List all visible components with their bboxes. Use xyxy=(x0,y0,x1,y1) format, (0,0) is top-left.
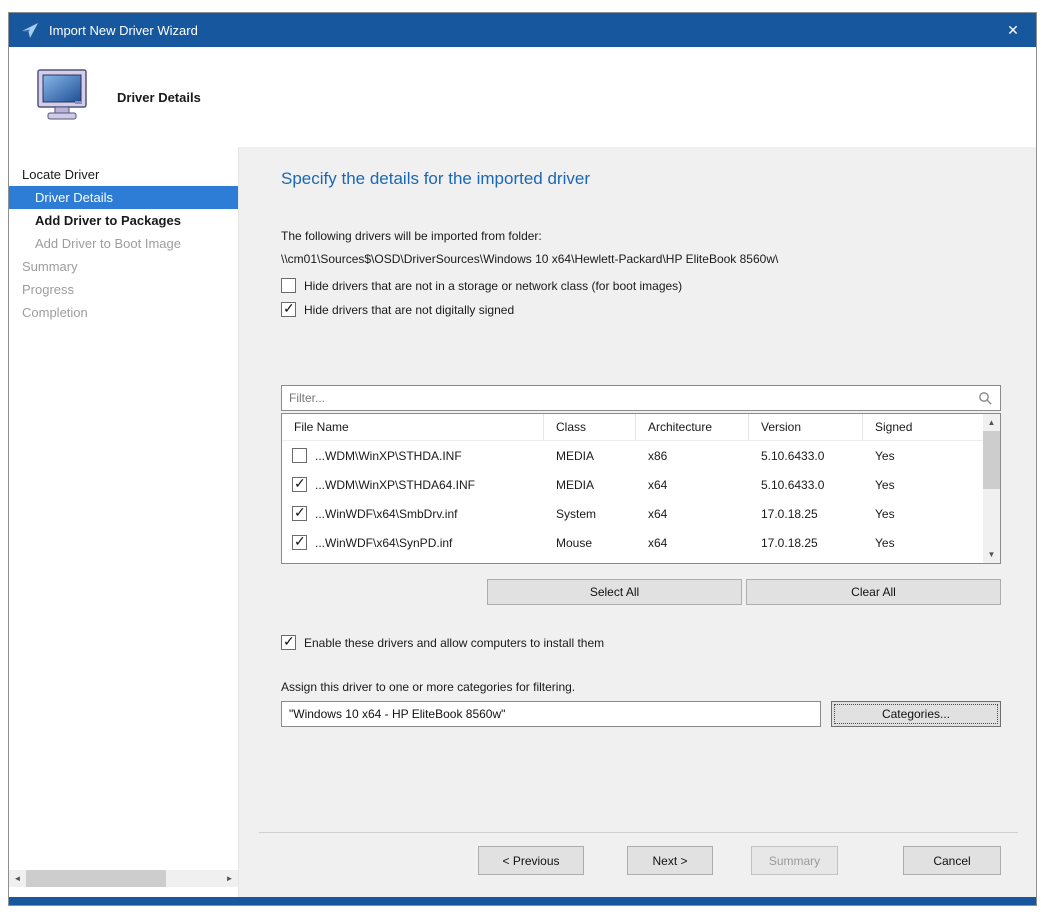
table-row[interactable]: ...WDM\WinXP\STHDA64.INF MEDIA x64 5.10.… xyxy=(282,470,983,499)
row-checkbox[interactable] xyxy=(292,477,307,492)
close-icon: ✕ xyxy=(1007,22,1019,39)
class-cell: MEDIA xyxy=(544,449,636,463)
close-button[interactable]: ✕ xyxy=(990,13,1036,47)
row-checkbox[interactable] xyxy=(292,535,307,550)
column-header-architecture[interactable]: Architecture xyxy=(636,414,749,440)
scroll-right-icon[interactable]: ► xyxy=(221,870,238,887)
table-header: File Name Class Architecture Version Sig… xyxy=(282,414,983,441)
column-header-version[interactable]: Version xyxy=(749,414,863,440)
version-cell: 5.10.6433.0 xyxy=(749,478,863,492)
main-area: Locate Driver Driver Details Add Driver … xyxy=(9,147,1036,897)
sidebar-item-add-driver-to-boot-image: Add Driver to Boot Image xyxy=(9,232,238,255)
driver-table: File Name Class Architecture Version Sig… xyxy=(281,413,1001,564)
driver-table-body: File Name Class Architecture Version Sig… xyxy=(282,414,983,563)
architecture-cell: x64 xyxy=(636,478,749,492)
category-row: Categories... xyxy=(281,701,1001,727)
file-name-text: ...WinWDF\x64\SynPD.inf xyxy=(315,536,452,550)
sidebar-item-completion: Completion xyxy=(9,301,238,324)
cancel-button[interactable]: Cancel xyxy=(903,846,1001,875)
file-name-cell: ...WDM\WinXP\STHDA.INF xyxy=(282,448,544,463)
column-header-class[interactable]: Class xyxy=(544,414,636,440)
wizard-icon xyxy=(21,21,39,39)
folder-label: The following drivers will be imported f… xyxy=(281,229,1001,243)
file-name-text: ...WinWDF\x64\SmbDrv.inf xyxy=(315,507,457,521)
previous-button[interactable]: < Previous xyxy=(478,846,584,875)
version-cell: 17.0.18.25 xyxy=(749,536,863,550)
scrollbar-track[interactable] xyxy=(26,870,221,887)
folder-path: \\cm01\Sources$\OSD\DriverSources\Window… xyxy=(281,252,1001,266)
class-cell: Mouse xyxy=(544,536,636,550)
file-name-text: ...WDM\WinXP\STHDA.INF xyxy=(315,449,462,463)
sidebar-item-progress: Progress xyxy=(9,278,238,301)
column-header-file-name[interactable]: File Name xyxy=(282,414,544,440)
version-cell: 5.10.6433.0 xyxy=(749,449,863,463)
content-pane: Specify the details for the imported dri… xyxy=(239,147,1036,897)
scroll-down-icon[interactable]: ▼ xyxy=(983,546,1000,563)
search-icon xyxy=(978,391,993,406)
row-checkbox[interactable] xyxy=(292,506,307,521)
class-cell: MEDIA xyxy=(544,478,636,492)
bottom-accent-bar xyxy=(9,897,1036,905)
select-all-button[interactable]: Select All xyxy=(487,579,742,605)
hide-unsigned-row: Hide drivers that are not digitally sign… xyxy=(281,302,1001,317)
wizard-window: Import New Driver Wizard ✕ Driver Detail… xyxy=(8,12,1037,906)
table-row[interactable]: ...WinWDF\x64\SmbDrv.inf System x64 17.0… xyxy=(282,499,983,528)
page-header: Driver Details xyxy=(9,47,1036,147)
enable-drivers-checkbox[interactable] xyxy=(281,635,296,650)
hide-storage-checkbox[interactable] xyxy=(281,278,296,293)
scroll-left-icon[interactable]: ◄ xyxy=(9,870,26,887)
signed-cell: Yes xyxy=(863,536,983,550)
file-name-text: ...WDM\WinXP\STHDA64.INF xyxy=(315,478,475,492)
window-title: Import New Driver Wizard xyxy=(49,23,198,38)
footer-button-bar: < Previous Next > Summary Cancel xyxy=(259,832,1018,875)
architecture-cell: x64 xyxy=(636,536,749,550)
clear-all-button[interactable]: Clear All xyxy=(746,579,1001,605)
hide-storage-row: Hide drivers that are not in a storage o… xyxy=(281,278,1001,293)
architecture-cell: x86 xyxy=(636,449,749,463)
hide-unsigned-checkbox[interactable] xyxy=(281,302,296,317)
assign-category-label: Assign this driver to one or more catego… xyxy=(281,680,1001,694)
sidebar-item-driver-details[interactable]: Driver Details xyxy=(9,186,238,209)
filter-input[interactable] xyxy=(282,386,1000,410)
hide-storage-label: Hide drivers that are not in a storage o… xyxy=(304,279,682,293)
signed-cell: Yes xyxy=(863,478,983,492)
sidebar-item-add-driver-to-packages[interactable]: Add Driver to Packages xyxy=(9,209,238,232)
scrollbar-thumb[interactable] xyxy=(26,870,166,887)
page-heading: Specify the details for the imported dri… xyxy=(281,169,1001,189)
file-name-cell: ...WinWDF\x64\SynPD.inf xyxy=(282,535,544,550)
categories-button[interactable]: Categories... xyxy=(831,701,1001,727)
signed-cell: Yes xyxy=(863,507,983,521)
scroll-up-icon[interactable]: ▲ xyxy=(983,414,1000,431)
summary-button: Summary xyxy=(751,846,838,875)
signed-cell: Yes xyxy=(863,449,983,463)
next-button[interactable]: Next > xyxy=(627,846,713,875)
scrollbar-thumb[interactable] xyxy=(983,431,1000,489)
version-cell: 17.0.18.25 xyxy=(749,507,863,521)
enable-drivers-label: Enable these drivers and allow computers… xyxy=(304,636,604,650)
sidebar: Locate Driver Driver Details Add Driver … xyxy=(9,147,239,897)
enable-drivers-row: Enable these drivers and allow computers… xyxy=(281,635,1001,650)
sidebar-item-locate-driver[interactable]: Locate Driver xyxy=(9,163,238,186)
page-title: Driver Details xyxy=(117,90,201,105)
list-buttons-row: Select All Clear All xyxy=(281,579,1001,605)
row-checkbox[interactable] xyxy=(292,448,307,463)
architecture-cell: x64 xyxy=(636,507,749,521)
computer-monitor-icon xyxy=(31,68,95,126)
titlebar[interactable]: Import New Driver Wizard ✕ xyxy=(9,13,1036,47)
category-input[interactable] xyxy=(281,701,821,727)
table-vertical-scrollbar[interactable]: ▲ ▼ xyxy=(983,414,1000,563)
sidebar-horizontal-scrollbar[interactable]: ◄ ► xyxy=(9,870,238,887)
table-row[interactable]: ...WDM\WinXP\STHDA.INF MEDIA x86 5.10.64… xyxy=(282,441,983,470)
table-row[interactable]: ...WinWDF\x64\SynPD.inf Mouse x64 17.0.1… xyxy=(282,528,983,557)
sidebar-item-summary: Summary xyxy=(9,255,238,278)
file-name-cell: ...WinWDF\x64\SmbDrv.inf xyxy=(282,506,544,521)
file-name-cell: ...WDM\WinXP\STHDA64.INF xyxy=(282,477,544,492)
column-header-signed[interactable]: Signed xyxy=(863,414,983,440)
class-cell: System xyxy=(544,507,636,521)
filter-box xyxy=(281,385,1001,411)
hide-unsigned-label: Hide drivers that are not digitally sign… xyxy=(304,303,514,317)
